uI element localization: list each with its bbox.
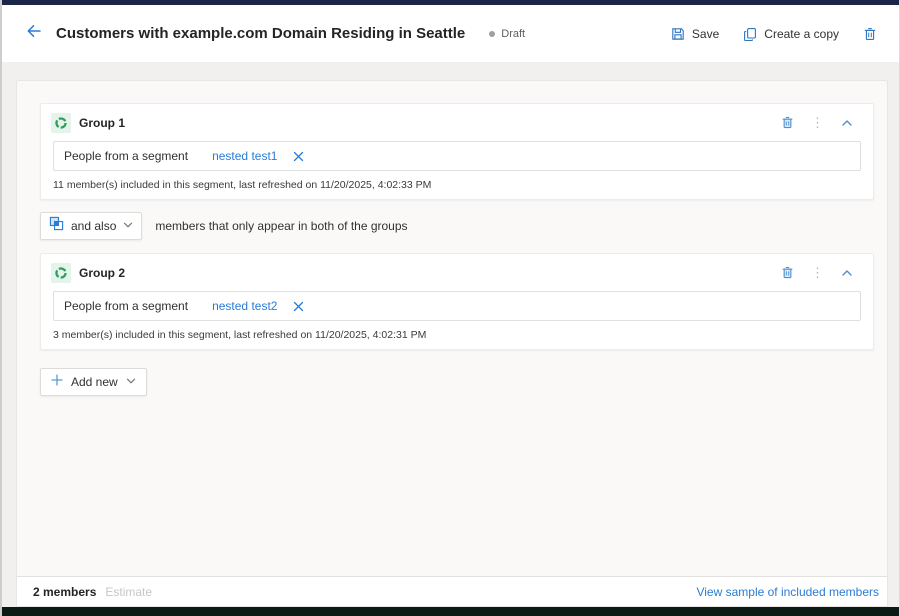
group-card-2: Group 2 ⋮ People from a segment nested t… [40,253,874,350]
intersect-icon [49,216,64,236]
back-button[interactable] [22,22,46,46]
save-button-label: Save [692,27,719,41]
add-icon [51,373,63,391]
header-actions: Save Create a copy [663,22,885,46]
group-name: Group 2 [79,266,125,280]
operator-dropdown[interactable]: and also [40,212,142,240]
window-bottom-edge [2,607,899,616]
command-bar: Customers with example.com Domain Residi… [2,5,899,62]
segment-builder-panel: Group 1 ⋮ People from a segment nested t… [16,80,888,607]
status-badge: Draft [489,28,525,40]
collapse-group-icon[interactable] [841,267,853,279]
group-status-text: 3 member(s) included in this segment, la… [53,329,861,341]
page-title: Customers with example.com Domain Residi… [56,25,465,42]
copy-icon [743,27,757,41]
more-options-icon[interactable]: ⋮ [811,116,824,129]
remove-segment-button[interactable] [293,301,304,312]
group-1-header: Group 1 ⋮ [41,104,873,141]
save-icon [671,27,685,41]
group-card-1: Group 1 ⋮ People from a segment nested t… [40,103,874,200]
chevron-down-icon [126,373,136,391]
operator-label: and also [71,219,116,233]
builder-footer: 2 members Estimate View sample of includ… [17,576,887,606]
view-sample-link[interactable]: View sample of included members [696,585,879,599]
status-badge-label: Draft [501,28,525,40]
segment-name-link[interactable]: nested test2 [212,299,277,313]
create-copy-button[interactable]: Create a copy [735,22,847,46]
segment-icon [51,113,71,133]
add-new-button[interactable]: Add new [40,368,147,396]
group-2-tools: ⋮ [781,266,853,279]
back-arrow-icon [26,23,42,44]
remove-segment-button[interactable] [293,151,304,162]
estimate-button[interactable]: Estimate [105,585,152,599]
members-count: 2 members [33,585,96,599]
group-name: Group 1 [79,116,125,130]
segment-icon [51,263,71,283]
status-dot-icon [489,31,495,37]
add-new-button-label: Add new [71,375,118,389]
delete-segment-button[interactable] [855,22,885,46]
operator-row: and also members that only appear in bot… [40,212,408,240]
create-copy-button-label: Create a copy [764,27,839,41]
segment-name-link[interactable]: nested test1 [212,149,277,163]
group-1-rule-row: People from a segment nested test1 [53,141,861,171]
delete-icon [863,27,877,41]
chevron-down-icon [123,217,133,235]
group-2-header: Group 2 ⋮ [41,254,873,291]
group-status-text: 11 member(s) included in this segment, l… [53,179,861,191]
delete-group-button[interactable] [781,266,794,279]
rule-type-label: People from a segment [64,299,188,313]
rule-type-label: People from a segment [64,149,188,163]
group-2-rule-row: People from a segment nested test2 [53,291,861,321]
operator-description: members that only appear in both of the … [155,219,407,233]
delete-group-button[interactable] [781,116,794,129]
more-options-icon[interactable]: ⋮ [811,266,824,279]
group-1-tools: ⋮ [781,116,853,129]
save-button[interactable]: Save [663,22,727,46]
collapse-group-icon[interactable] [841,117,853,129]
